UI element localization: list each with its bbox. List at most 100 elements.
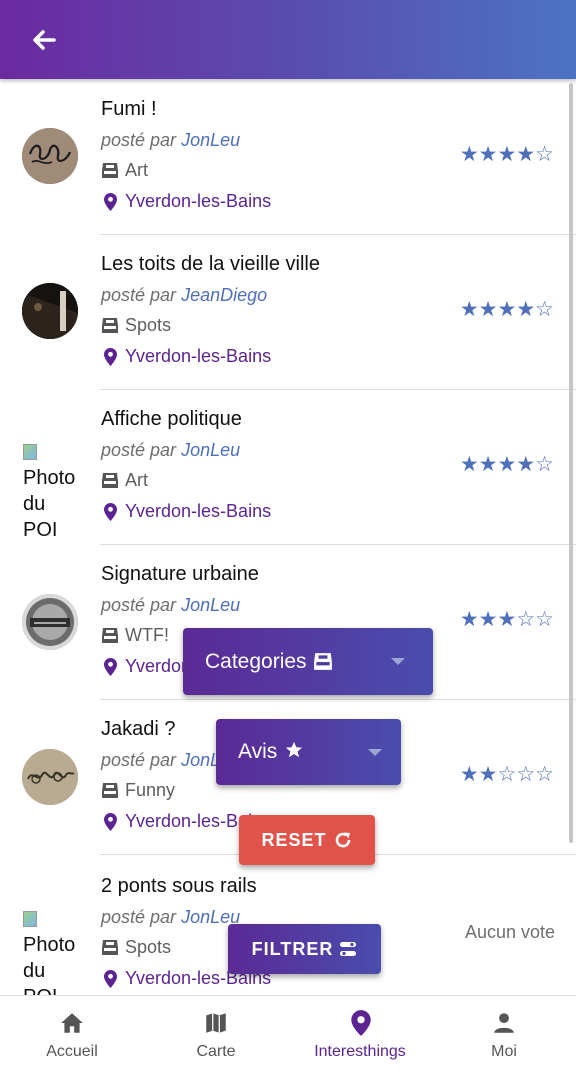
- poster-line: posté par JonLeu: [101, 130, 240, 151]
- avis-select[interactable]: Avis: [216, 719, 401, 785]
- category-label: WTF!: [125, 625, 169, 645]
- reset-label: RESET: [261, 829, 327, 850]
- categories-label-text: Categories: [205, 649, 307, 673]
- avis-select-label: Avis: [238, 740, 303, 764]
- nav-label: Accueil: [46, 1043, 98, 1060]
- city-label: Yverdon-les-Bains: [125, 501, 272, 521]
- poi-title: Les toits de la vieille ville: [101, 253, 320, 275]
- map-pin-icon: [104, 969, 117, 988]
- reset-button[interactable]: RESET: [239, 815, 375, 865]
- divider: [100, 544, 576, 545]
- list-item[interactable]: Les toits de la vieille ville posté par …: [0, 234, 576, 389]
- posted-by-label: posté par: [101, 285, 177, 305]
- divider: [100, 389, 576, 390]
- image-alt-text: Photo du POI: [23, 467, 76, 539]
- no-vote-label: Aucun vote: [464, 922, 555, 942]
- inbox-icon: [102, 163, 118, 178]
- poster-user[interactable]: JonLeu: [181, 595, 240, 615]
- poster-line: posté par JonLeu: [101, 440, 240, 461]
- inbox-icon: [102, 473, 118, 488]
- category-label: Art: [125, 470, 149, 490]
- posted-by-label: posté par: [101, 130, 177, 150]
- poi-title: 2 ponts sous rails: [101, 875, 257, 897]
- inbox-icon: [102, 940, 118, 955]
- map-pin-icon: [104, 192, 117, 211]
- poi-thumbnail: [22, 594, 78, 650]
- city-label: Yverdon-les-Bains: [125, 191, 272, 211]
- map-icon: [206, 1013, 226, 1033]
- refresh-icon: [335, 832, 350, 848]
- star-rating: ★★★☆☆: [459, 608, 554, 631]
- category-label: Funny: [125, 780, 176, 800]
- posted-by-label: posté par: [101, 595, 177, 615]
- broken-image-icon: [23, 444, 37, 460]
- avis-label-text: Avis: [238, 740, 278, 763]
- nav-label: Carte: [196, 1043, 236, 1060]
- poi-category: WTF!: [101, 625, 169, 646]
- inbox-icon: [313, 653, 332, 670]
- inbox-icon: [102, 783, 118, 798]
- poi-title: Jakadi ?: [101, 718, 176, 740]
- chevron-down-icon: [391, 658, 405, 665]
- back-button[interactable]: [24, 22, 64, 58]
- filter-label: FILTRER: [251, 938, 334, 959]
- app-bar: [0, 0, 576, 79]
- poi-category: Funny: [101, 780, 175, 801]
- list-item[interactable]: Photo du POI Affiche politique posté par…: [0, 389, 576, 544]
- category-label: Spots: [125, 315, 172, 335]
- poi-category: Art: [101, 470, 148, 491]
- filter-button[interactable]: FILTRER: [228, 924, 381, 974]
- list-item[interactable]: Fumi ! posté par JonLeu Art Yverdon-les-…: [0, 79, 576, 234]
- poi-title: Fumi !: [101, 98, 157, 120]
- categories-select[interactable]: Categories: [183, 628, 433, 695]
- poi-thumbnail: [22, 128, 78, 184]
- star-rating: ★★★★☆: [459, 453, 554, 476]
- poster-line: posté par JonLeu: [101, 907, 240, 928]
- poi-category: Spots: [101, 937, 171, 958]
- nav-accueil[interactable]: Accueil: [0, 996, 144, 1074]
- poi-title: Signature urbaine: [101, 563, 259, 585]
- categories-select-label: Categories: [205, 650, 333, 674]
- star-icon: [286, 741, 303, 758]
- posted-by-label: posté par: [101, 440, 177, 460]
- posted-by-label: posté par: [101, 907, 177, 927]
- poster-user[interactable]: JeanDiego: [181, 285, 267, 305]
- inbox-icon: [102, 318, 118, 333]
- divider: [100, 699, 576, 700]
- poster-line: posté par JeanDiego: [101, 285, 267, 306]
- star-rating: ★★★★☆: [459, 298, 554, 321]
- star-rating: ★★☆☆☆: [459, 763, 554, 786]
- posted-by-label: posté par: [101, 750, 177, 770]
- map-pin-icon: [104, 502, 117, 521]
- poi-category: Spots: [101, 315, 171, 336]
- broken-image-icon: [23, 911, 37, 927]
- broken-image: Photo du POI: [23, 906, 81, 995]
- nav-moi[interactable]: Moi: [432, 996, 576, 1074]
- home-icon: [61, 1013, 83, 1033]
- person-icon: [494, 1013, 514, 1033]
- nav-carte[interactable]: Carte: [144, 996, 288, 1074]
- nav-interesthings[interactable]: Interesthings: [288, 996, 432, 1074]
- poster-line: posté par JonLeu: [101, 595, 240, 616]
- poi-thumbnail: [22, 283, 78, 339]
- poi-city: Yverdon-les-Bains: [101, 501, 271, 522]
- map-pin-icon: [104, 812, 117, 831]
- arrow-left-icon: [33, 30, 56, 50]
- category-label: Art: [125, 160, 149, 180]
- city-label: Yverdon-les-Bains: [125, 346, 272, 366]
- nav-label: Moi: [491, 1043, 517, 1060]
- poster-user[interactable]: JonLeu: [181, 440, 240, 460]
- map-pin-icon: [104, 347, 117, 366]
- bottom-navigation: Accueil Carte Interesthings Moi: [0, 995, 576, 1074]
- chevron-down-icon: [368, 749, 382, 756]
- category-label: Spots: [125, 937, 172, 957]
- image-alt-text: Photo du POI: [23, 934, 76, 995]
- poster-user[interactable]: JonLeu: [181, 130, 240, 150]
- broken-image: Photo du POI: [23, 439, 81, 539]
- poi-title: Affiche politique: [101, 408, 242, 430]
- scrollbar[interactable]: [569, 83, 573, 843]
- star-rating: ★★★★☆: [459, 143, 554, 166]
- poi-city: Yverdon-les-Bains: [101, 346, 271, 367]
- map-pin-icon: [351, 1010, 371, 1036]
- nav-label: Interesthings: [314, 1043, 406, 1060]
